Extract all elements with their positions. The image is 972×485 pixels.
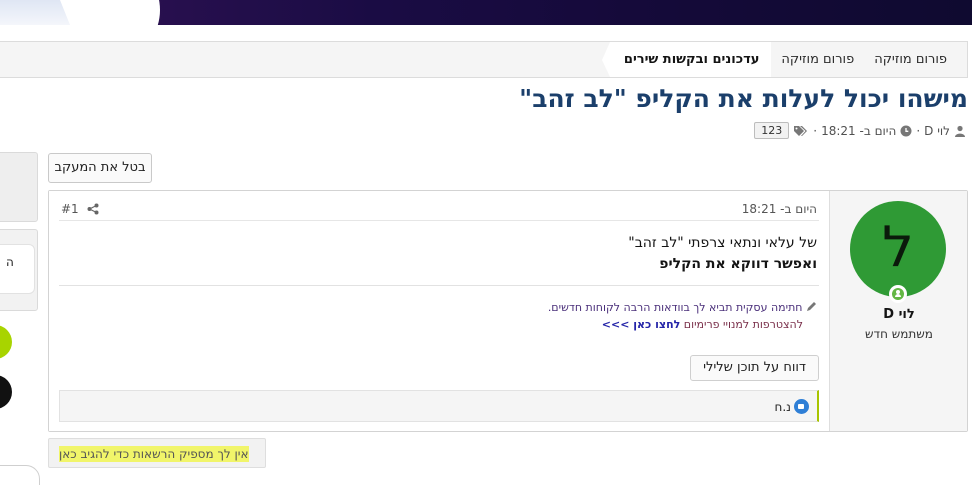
no-permission-notice: אין לך מספיק הרשאות כדי להגיב כאן [48, 438, 266, 468]
online-status-icon [889, 285, 907, 303]
banner-left-fade [0, 0, 70, 25]
side-panel-bottom [0, 465, 40, 485]
side-panel-inner: ה [0, 244, 35, 294]
message-text-line-1: של עלאי ונתאי צרפתי "לב זהב" [628, 235, 817, 251]
unwatch-button[interactable]: בטל את המעקב [48, 153, 152, 183]
message-user-title: משתמש חדש [865, 327, 933, 341]
signature-line-1: חתימה עסקית תביא לך בוודאות הרבה לקוחות … [548, 299, 817, 316]
signature-link[interactable]: לחצו כאן >>> [602, 318, 681, 331]
avatar[interactable]: ל [850, 201, 946, 297]
signature-premium-text: להצטרפות למנויי פרימיום [683, 318, 803, 331]
breadcrumb-item-music-forum-2[interactable]: פורום מוזיקה [771, 42, 864, 77]
no-permission-text: אין לך מספיק הרשאות כדי להגיב כאן [59, 446, 249, 462]
signature-line-2: להצטרפות למנויי פרימיום לחצו כאן >>> [548, 316, 817, 333]
message-text-line-2: ואפשר דווקא את הקליפ [659, 256, 817, 272]
message-main-cell: היום ב- 18:21 #1 של עלאי ונתאי צרפתי "לב… [49, 191, 829, 431]
message-header: היום ב- 18:21 #1 [59, 197, 819, 221]
tags-icon [793, 125, 809, 137]
meta-separator-2: · [813, 123, 818, 138]
share-icon[interactable] [87, 203, 99, 218]
message-user-cell: ל לוי D משתמש חדש [829, 191, 967, 431]
thread-date-link[interactable]: היום ב- 18:21 [821, 124, 896, 138]
side-avatar-green[interactable] [0, 325, 12, 359]
thread-author-link[interactable]: לוי D [924, 124, 950, 138]
side-panel-top [0, 152, 38, 222]
thread-title: מישהו יכול לעלות את הקליפ "לב זהב" [519, 84, 968, 113]
tag-link[interactable]: 123 [754, 122, 790, 139]
pencil-icon [803, 301, 818, 314]
side-avatar-black[interactable] [0, 375, 12, 409]
breadcrumb-item-music-forum[interactable]: פורום מוזיקה [864, 42, 957, 77]
side-panel-box: ה [0, 229, 38, 311]
banner-band [120, 0, 972, 25]
breadcrumb: פורום מוזיקה פורום מוזיקה עדכונים ובקשות… [0, 41, 968, 78]
banner-curve [100, 0, 160, 25]
clock-icon [900, 125, 912, 137]
message-username[interactable]: לוי D [830, 307, 968, 322]
signature-divider [59, 285, 819, 286]
reactions-bar: נ.ח [59, 390, 819, 422]
message-body: של עלאי ונתאי צרפתי "לב זהב" ואפשר דווקא… [628, 233, 817, 275]
top-banner [0, 0, 972, 25]
side-panel-snippet: ה [6, 255, 14, 269]
message-post: ל לוי D משתמש חדש היום ב- 18:21 #1 של על… [48, 190, 968, 432]
signature: חתימה עסקית תביא לך בוודאות הרבה לקוחות … [548, 299, 817, 333]
report-button[interactable]: דווח על תוכן שלילי [690, 355, 819, 381]
signature-text: חתימה עסקית תביא לך בוודאות הרבה לקוחות … [547, 301, 803, 314]
reaction-summary[interactable]: נ.ח [775, 399, 809, 414]
message-number[interactable]: #1 [61, 202, 79, 216]
thread-meta: לוי D · היום ב- 18:21 · 123 [754, 122, 966, 139]
reaction-user[interactable]: נ.ח [775, 400, 791, 414]
breadcrumb-item-song-requests[interactable]: עדכונים ובקשות שירים [601, 42, 772, 77]
message-date[interactable]: היום ב- 18:21 [742, 202, 817, 216]
user-icon [954, 125, 966, 137]
like-icon [794, 399, 809, 414]
meta-separator: · [916, 123, 921, 138]
